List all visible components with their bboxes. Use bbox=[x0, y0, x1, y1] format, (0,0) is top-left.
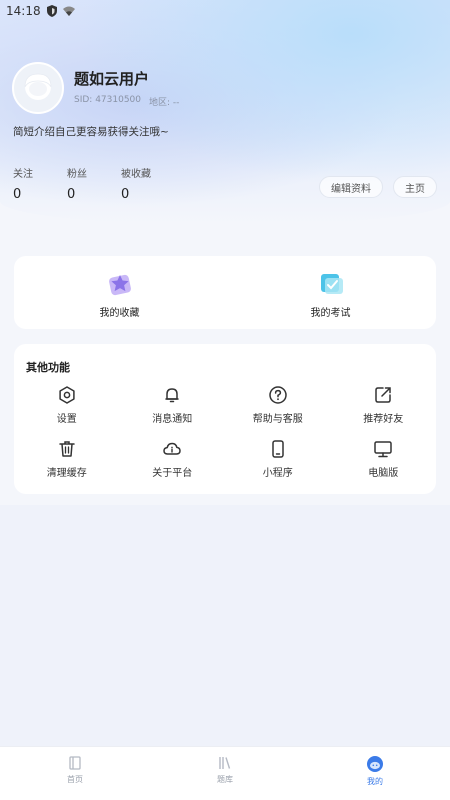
star-favorites-icon bbox=[108, 274, 131, 296]
functions-title: 其他功能 bbox=[26, 361, 70, 374]
profile-stats: 关注 0 粉丝 0 被收藏 0 bbox=[13, 165, 175, 202]
help-support-entry[interactable]: 帮助与客服 bbox=[225, 385, 331, 425]
bio-text: 简短介绍自己更容易获得关注哦~ bbox=[13, 126, 169, 138]
book-icon bbox=[69, 756, 81, 770]
tab-label: 题库 bbox=[217, 775, 233, 784]
stat-value: 0 bbox=[121, 187, 130, 202]
exam-icon bbox=[320, 274, 343, 294]
homepage-button[interactable]: 主页 bbox=[393, 176, 437, 198]
tab-label: 首页 bbox=[67, 775, 83, 784]
help-icon bbox=[269, 386, 287, 404]
phone-icon bbox=[272, 440, 284, 458]
stat-favorited[interactable]: 被收藏 0 bbox=[121, 165, 175, 202]
function-label: 消息通知 bbox=[152, 414, 193, 425]
tab-mine[interactable]: 我的 bbox=[300, 747, 450, 800]
notifications-entry[interactable]: 消息通知 bbox=[120, 385, 226, 425]
monitor-icon bbox=[374, 441, 392, 458]
settings-entry[interactable]: 设置 bbox=[14, 385, 120, 425]
stat-label: 被收藏 bbox=[121, 169, 151, 180]
cloud-info-icon bbox=[163, 442, 181, 455]
region-text: 地区: -- bbox=[149, 98, 180, 108]
function-label: 小程序 bbox=[262, 468, 293, 479]
function-label: 推荐好友 bbox=[363, 414, 404, 425]
library-icon bbox=[219, 757, 231, 769]
bell-icon bbox=[165, 388, 179, 403]
status-time: 14:18 bbox=[6, 4, 41, 18]
recommend-friends-entry[interactable]: 推荐好友 bbox=[331, 385, 437, 425]
username: 题如云用户 bbox=[74, 70, 150, 88]
my-favorites-entry[interactable]: 我的收藏 bbox=[14, 256, 225, 329]
tab-question-bank[interactable]: 题库 bbox=[150, 747, 300, 800]
other-functions-card: 其他功能 设置 消息通知 帮助与客服 推荐好友 清理缓存 关于平台 小程序 电脑… bbox=[14, 344, 436, 494]
quick-label: 我的收藏 bbox=[99, 308, 140, 319]
desktop-version-entry[interactable]: 电脑版 bbox=[331, 439, 437, 479]
stat-value: 0 bbox=[13, 187, 22, 202]
tab-label: 我的 bbox=[367, 777, 383, 786]
clear-cache-entry[interactable]: 清理缓存 bbox=[14, 439, 120, 479]
function-label: 清理缓存 bbox=[46, 468, 87, 479]
function-label: 关于平台 bbox=[152, 468, 193, 479]
stat-label: 关注 bbox=[13, 169, 33, 180]
tab-home[interactable]: 首页 bbox=[0, 747, 150, 800]
settings-icon bbox=[59, 386, 75, 404]
function-label: 设置 bbox=[56, 414, 77, 425]
my-exams-entry[interactable]: 我的考试 bbox=[225, 256, 436, 329]
quick-label: 我的考试 bbox=[310, 308, 351, 319]
stat-following[interactable]: 关注 0 bbox=[13, 165, 67, 202]
stat-followers[interactable]: 粉丝 0 bbox=[67, 165, 121, 202]
avatar[interactable] bbox=[12, 62, 64, 114]
bottom-tab-bar: 首页 题库 我的 bbox=[0, 746, 450, 800]
profile-summary[interactable]: 题如云用户 SID: 47310500 地区: -- bbox=[12, 62, 179, 114]
wifi-icon bbox=[62, 6, 75, 16]
function-label: 电脑版 bbox=[368, 468, 399, 479]
status-bar: 14:18 bbox=[0, 0, 450, 22]
share-edit-icon bbox=[375, 387, 391, 403]
trash-icon bbox=[59, 441, 75, 457]
default-avatar-icon bbox=[24, 73, 52, 100]
stat-value: 0 bbox=[67, 187, 76, 202]
about-platform-entry[interactable]: 关于平台 bbox=[120, 439, 226, 479]
quick-access-card: 我的收藏 我的考试 bbox=[14, 256, 436, 329]
sid-text: SID: 47310500 bbox=[74, 95, 141, 105]
content-background bbox=[0, 505, 450, 750]
profile-face-icon bbox=[367, 756, 383, 772]
edit-profile-button[interactable]: 编辑资料 bbox=[319, 176, 383, 198]
stat-label: 粉丝 bbox=[67, 169, 87, 180]
shield-icon bbox=[46, 5, 57, 17]
function-label: 帮助与客服 bbox=[252, 414, 303, 425]
mini-program-entry[interactable]: 小程序 bbox=[225, 439, 331, 479]
